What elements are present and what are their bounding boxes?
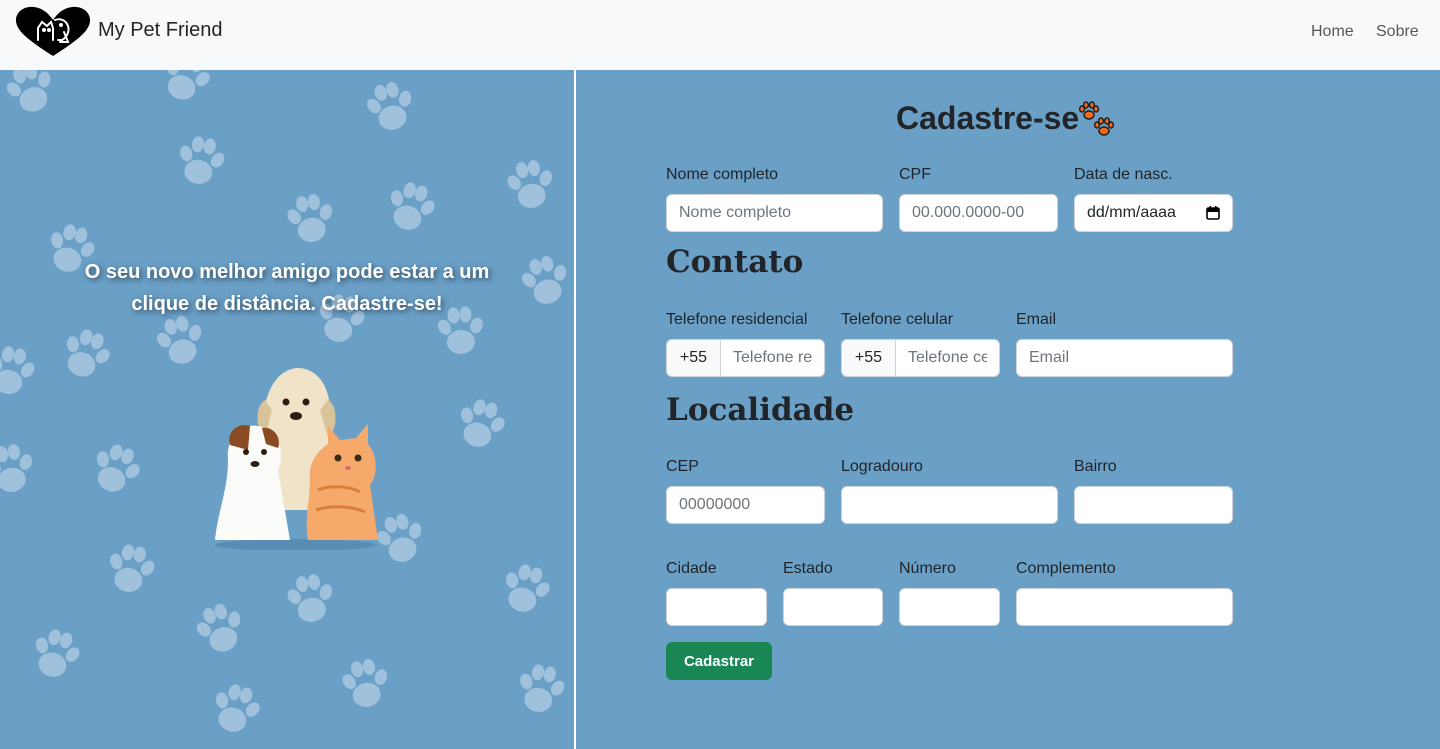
birthdate-placeholder: dd/mm/aaaa xyxy=(1087,204,1176,221)
name-input[interactable] xyxy=(666,194,883,232)
home-phone-prefix: +55 xyxy=(666,339,720,377)
birthdate-input[interactable]: dd/mm/aaaa xyxy=(1074,194,1233,232)
state-label: Estado xyxy=(783,560,833,577)
cpf-input[interactable] xyxy=(899,194,1058,232)
name-label: Nome completo xyxy=(666,166,779,183)
mobile-phone-group: +55 xyxy=(841,339,1000,377)
email-label: Email xyxy=(1016,311,1057,328)
nav-home-link[interactable]: Home xyxy=(1311,23,1354,41)
street-input[interactable] xyxy=(841,486,1058,524)
nav-about-link[interactable]: Sobre xyxy=(1376,23,1419,41)
home-phone-label: Telefone residencial xyxy=(666,311,808,328)
city-label: Cidade xyxy=(666,560,717,577)
mobile-phone-input[interactable] xyxy=(895,339,1000,377)
complement-input[interactable] xyxy=(1016,588,1233,626)
cep-input[interactable] xyxy=(666,486,825,524)
number-label: Número xyxy=(899,560,956,577)
navbar: My Pet Friend Home Sobre xyxy=(0,0,1440,70)
street-label: Logradouro xyxy=(841,458,923,475)
mobile-phone-label: Telefone celular xyxy=(841,311,954,328)
birthdate-label: Data de nasc. xyxy=(1074,166,1173,183)
pets-photo xyxy=(215,368,378,550)
brand-name[interactable]: My Pet Friend xyxy=(98,19,222,42)
email-input[interactable] xyxy=(1016,339,1233,377)
district-label: Bairro xyxy=(1074,458,1117,475)
district-input[interactable] xyxy=(1074,486,1233,524)
cep-label: CEP xyxy=(666,458,699,475)
submit-button[interactable]: Cadastrar xyxy=(666,642,772,680)
form-title: Cadastre-se xyxy=(896,100,1080,136)
location-heading: Localidade xyxy=(666,392,855,428)
complement-label: Complemento xyxy=(1016,560,1116,577)
contact-heading: Contato xyxy=(666,244,804,280)
calendar-icon[interactable] xyxy=(1206,206,1220,220)
hero-tagline: O seu novo melhor amigo pode estar a um … xyxy=(84,261,490,315)
city-input[interactable] xyxy=(666,588,767,626)
hero-panel: O seu novo melhor amigo pode estar a um … xyxy=(0,70,575,749)
brand-logo-icon[interactable] xyxy=(14,6,92,58)
panel-divider xyxy=(574,70,576,749)
cpf-label: CPF xyxy=(899,166,931,183)
paw-prints-icon xyxy=(1078,101,1115,136)
number-input[interactable] xyxy=(899,588,1000,626)
mobile-phone-prefix: +55 xyxy=(841,339,895,377)
state-input[interactable] xyxy=(783,588,883,626)
home-phone-input[interactable] xyxy=(720,339,825,377)
home-phone-group: +55 xyxy=(666,339,825,377)
